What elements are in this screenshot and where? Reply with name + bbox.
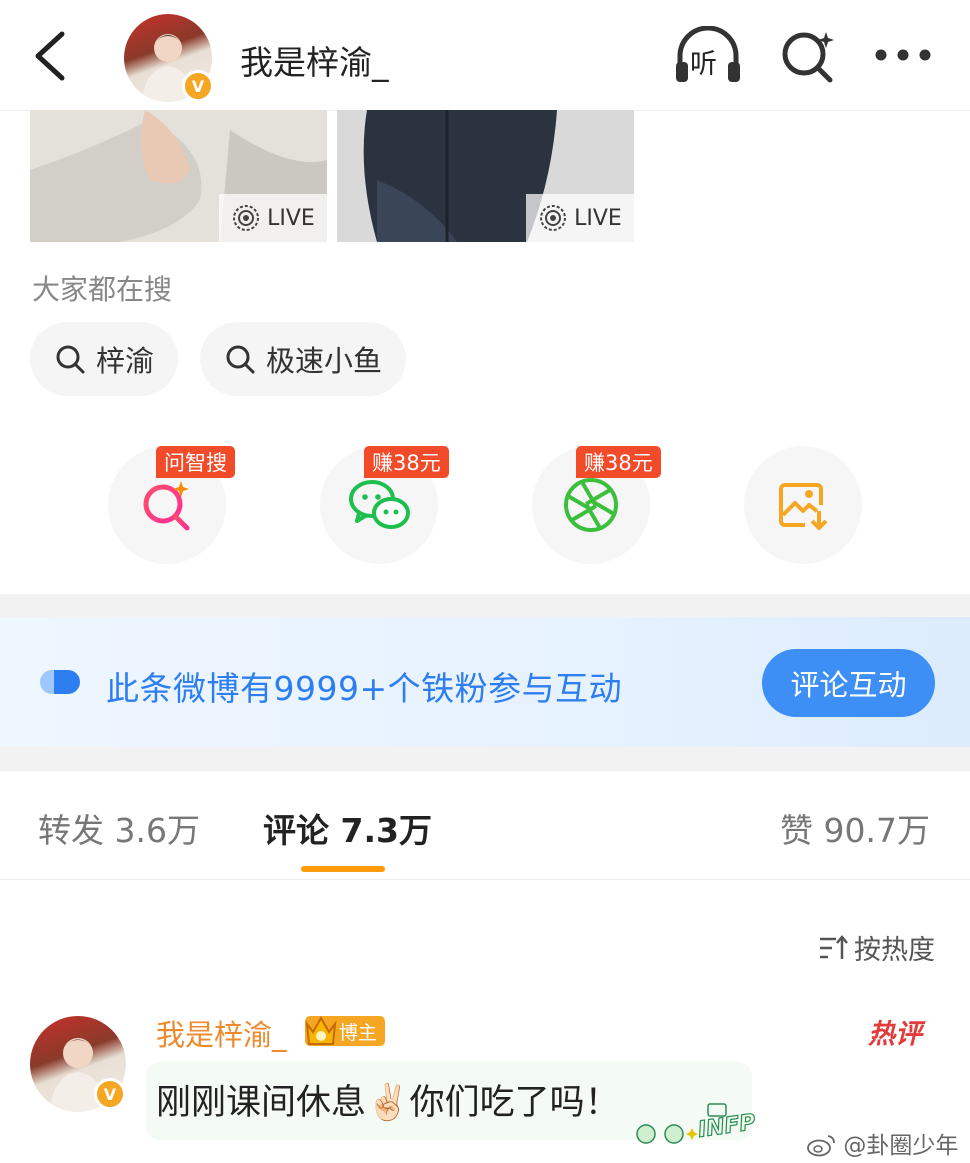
verified-badge-icon: V [182,70,214,102]
more-options-button[interactable] [872,44,934,66]
page-title: 我是梓渝_ [240,43,389,82]
sort-label: 按热度 [854,935,935,966]
search-sparkle-icon [782,32,834,83]
live-label: LIVE [574,205,622,231]
ai-search-icon [143,481,190,531]
sort-by-hot-button[interactable]: 按热度 [818,928,935,967]
post-image-1[interactable]: LIVE [30,110,327,242]
header-avatar[interactable]: V [124,14,214,102]
moments-aperture-icon [564,478,618,532]
search-chip[interactable]: 极速小鱼 [200,322,407,396]
tab-like[interactable]: 赞 90.7万 [780,804,930,852]
infp-sticker: INFP [632,1098,772,1148]
section-divider [0,594,970,617]
comment-interact-button[interactable]: 评论互动 [762,649,935,717]
promo-tag: 赚38元 [576,446,661,478]
comment-text: 刚刚课间休息✌🏻你们吃了吗！ [156,1083,620,1123]
wechat-icon [349,480,410,529]
live-icon [233,205,260,231]
active-tab-indicator [301,866,385,872]
section-divider [0,747,970,771]
live-icon [540,205,567,231]
tab-repost[interactable]: 转发 3.6万 [38,804,200,852]
live-photo-badge: LIVE [526,194,634,242]
promo-tag: 问智搜 [156,446,235,478]
commenter-name[interactable]: 我是梓渝_ [156,1012,287,1054]
listen-label: 听 [690,49,717,80]
search-icon [226,345,255,374]
crown-icon [305,1015,337,1045]
save-image-button[interactable] [744,446,862,564]
comment-avatar[interactable]: V [30,1016,126,1112]
banner-arrow-icon [40,668,84,700]
search-chip-label: 极速小鱼 [266,344,383,378]
tabs-divider [0,879,970,880]
search-chip[interactable]: 梓渝 [30,322,179,396]
verified-badge-icon: V [94,1078,126,1110]
watermark-text: @卦圈少年 [843,1133,959,1159]
sort-icon [820,934,848,959]
weibo-logo-icon [807,1135,835,1157]
tab-comment[interactable]: 评论 7.3万 [263,804,432,852]
listen-button[interactable]: 听 [674,25,742,86]
author-badge: 博主 [305,1015,386,1046]
back-button[interactable] [28,30,72,82]
search-button[interactable] [780,28,836,84]
search-icon [56,345,85,374]
promo-tag: 赚38元 [364,446,449,478]
hot-comment-label: 热评 [868,1019,922,1050]
image-download-icon [779,483,828,530]
live-photo-badge: LIVE [219,194,327,242]
post-image-2[interactable]: LIVE [337,110,634,242]
watermark: @卦圈少年 [806,1126,958,1160]
author-badge-label: 博主 [339,1021,378,1044]
live-label: LIVE [267,205,315,231]
search-chip-label: 梓渝 [96,344,155,378]
chevron-left-icon [35,31,65,81]
more-dots-icon [875,49,931,61]
trending-search-title: 大家都在搜 [32,273,173,306]
banner-text: 此条微博有9999+个铁粉参与互动 [106,669,623,708]
